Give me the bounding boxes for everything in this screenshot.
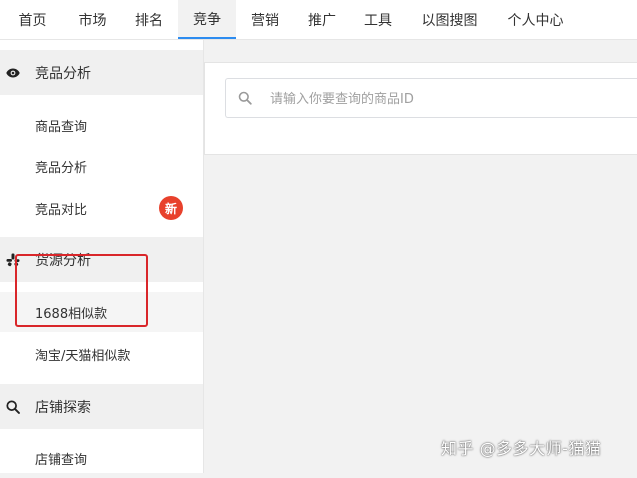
new-badge: 新 xyxy=(159,196,183,220)
sidebar-item-label: 竞品对比 xyxy=(35,202,88,218)
sidebar: 竞品分析 商品查询 竞品分析 竞品对比 新 货源分析 1688相似款 淘宝/天猫… xyxy=(0,40,204,473)
sidebar-item-competitor-compare[interactable]: 竞品对比 新 xyxy=(0,188,203,228)
sidebar-section-label: 竞品分析 xyxy=(35,65,91,82)
sidebar-section-supply-analysis[interactable]: 货源分析 xyxy=(0,237,203,282)
product-id-input[interactable] xyxy=(268,85,632,113)
tab-home[interactable]: 首页 xyxy=(0,0,65,39)
sidebar-item-taobao-tmall-similar[interactable]: 淘宝/天猫相似款 xyxy=(0,334,203,374)
sidebar-section-label: 店铺探索 xyxy=(35,399,91,416)
sidebar-item-label: 淘宝/天猫相似款 xyxy=(35,348,131,364)
sidebar-item-competitor-analysis[interactable]: 竞品分析 xyxy=(0,146,203,186)
sidebar-item-label: 店铺查询 xyxy=(35,452,88,468)
search-card xyxy=(204,62,637,155)
product-id-search-box[interactable] xyxy=(225,78,637,118)
sidebar-section-shop-explore[interactable]: 店铺探索 xyxy=(0,384,203,429)
watermark: 知乎 @多多大师-猫猫 xyxy=(441,439,602,458)
tab-promotion[interactable]: 推广 xyxy=(294,0,350,39)
yelp-burst-icon xyxy=(6,253,20,267)
tab-market[interactable]: 市场 xyxy=(65,0,120,39)
tab-marketing[interactable]: 营销 xyxy=(236,0,294,39)
search-icon xyxy=(6,399,20,414)
sidebar-item-product-query[interactable]: 商品查询 xyxy=(0,105,203,145)
sidebar-section-competitor-analysis[interactable]: 竞品分析 xyxy=(0,50,203,95)
sidebar-section-label: 货源分析 xyxy=(35,252,91,269)
tab-tools[interactable]: 工具 xyxy=(350,0,406,39)
tab-competition[interactable]: 竞争 xyxy=(178,0,236,39)
sidebar-item-label: 1688相似款 xyxy=(35,306,108,322)
sidebar-item-shop-query[interactable]: 店铺查询 xyxy=(0,438,203,478)
sidebar-item-1688-similar[interactable]: 1688相似款 xyxy=(0,292,203,332)
eye-icon xyxy=(6,66,20,80)
tab-personal-center[interactable]: 个人中心 xyxy=(493,0,578,39)
sidebar-item-label: 商品查询 xyxy=(35,119,88,135)
top-nav: 首页 市场 排名 竞争 营销 推广 工具 以图搜图 个人中心 xyxy=(0,0,637,40)
sidebar-item-label: 竞品分析 xyxy=(35,160,88,176)
search-icon xyxy=(238,90,252,109)
tab-ranking[interactable]: 排名 xyxy=(120,0,178,39)
tab-image-search[interactable]: 以图搜图 xyxy=(406,0,493,39)
